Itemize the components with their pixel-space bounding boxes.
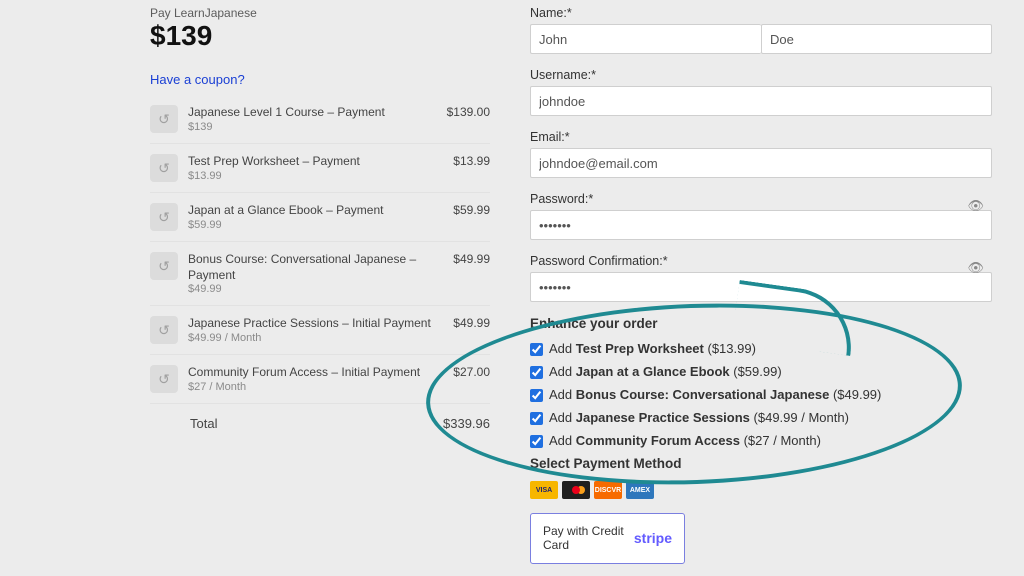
enhance-price: ($59.99) — [730, 364, 782, 379]
total-label: Total — [150, 416, 443, 431]
enhance-checkbox[interactable] — [530, 412, 543, 425]
line-sub: $59.99 — [188, 219, 447, 231]
order-price: $139 — [150, 20, 490, 52]
line-item: ↺ Test Prep Worksheet – Payment$13.99 $1… — [150, 143, 490, 192]
line-price: $13.99 — [447, 154, 490, 168]
line-sub: $27 / Month — [188, 381, 447, 393]
enhance-item[interactable]: Add Japan at a Glance Ebook ($59.99) — [530, 364, 992, 379]
enhance-prefix: Add — [549, 387, 576, 402]
stripe-logo: stripe — [634, 530, 672, 546]
line-price: $49.99 — [447, 316, 490, 330]
enhance-name: Test Prep Worksheet — [576, 341, 704, 356]
course-icon: ↺ — [150, 316, 178, 344]
line-sub: $13.99 — [188, 170, 447, 182]
username-label: Username:* — [530, 68, 992, 82]
line-price: $49.99 — [447, 252, 490, 266]
line-sub: $139 — [188, 121, 441, 133]
total-row: Total $339.96 — [150, 403, 490, 431]
line-title: Japanese Practice Sessions – Initial Pay… — [188, 316, 447, 332]
enhance-price: ($49.99) — [829, 387, 881, 402]
visa-icon: VISA — [530, 481, 558, 499]
enhance-item[interactable]: Add Community Forum Access ($27 / Month) — [530, 433, 992, 448]
enhance-price: ($49.99 / Month) — [750, 410, 849, 425]
payment-cards: VISA DISCVR AMEX — [530, 481, 992, 499]
line-title: Test Prep Worksheet – Payment — [188, 154, 447, 170]
enhance-price: ($13.99) — [704, 341, 756, 356]
eye-icon[interactable]: 👁 — [967, 260, 984, 276]
password-conf-field[interactable] — [530, 272, 992, 302]
course-icon: ↺ — [150, 154, 178, 182]
course-icon: ↺ — [150, 105, 178, 133]
name-label: Name:* — [530, 6, 992, 20]
enhance-price: ($27 / Month) — [740, 433, 821, 448]
line-title: Japan at a Glance Ebook – Payment — [188, 203, 447, 219]
password-conf-label: Password Confirmation:* — [530, 254, 992, 268]
course-icon: ↺ — [150, 252, 178, 280]
enhance-prefix: Add — [549, 341, 576, 356]
line-price: $27.00 — [447, 365, 490, 379]
eye-icon[interactable]: 👁 — [967, 198, 984, 214]
enhance-prefix: Add — [549, 433, 576, 448]
line-price: $59.99 — [447, 203, 490, 217]
email-label: Email:* — [530, 130, 992, 144]
course-icon: ↺ — [150, 365, 178, 393]
first-name-field[interactable] — [530, 24, 761, 54]
enhance-item[interactable]: Add Japanese Practice Sessions ($49.99 /… — [530, 410, 992, 425]
enhance-item[interactable]: Add Test Prep Worksheet ($13.99) — [530, 341, 992, 356]
enhance-title: Enhance your order — [530, 316, 992, 331]
enhance-name: Bonus Course: Conversational Japanese — [576, 387, 830, 402]
enhance-name: Community Forum Access — [576, 433, 740, 448]
enhance-list: Add Test Prep Worksheet ($13.99) Add Jap… — [530, 341, 992, 448]
last-name-field[interactable] — [761, 24, 992, 54]
line-title: Japanese Level 1 Course – Payment — [188, 105, 441, 121]
password-field[interactable] — [530, 210, 992, 240]
enhance-name: Japan at a Glance Ebook — [576, 364, 730, 379]
order-lines: ↺ Japanese Level 1 Course – Payment $139… — [150, 95, 490, 431]
pay-to-label: Pay LearnJapanese — [150, 6, 490, 20]
line-item: ↺ Japan at a Glance Ebook – Payment$59.9… — [150, 192, 490, 241]
line-sub: $49.99 — [188, 283, 447, 295]
password-label: Password:* — [530, 192, 992, 206]
pay-credit-card-button[interactable]: Pay with Credit Card stripe — [530, 513, 685, 564]
line-item: ↺ Community Forum Access – Initial Payme… — [150, 354, 490, 403]
enhance-prefix: Add — [549, 410, 576, 425]
line-title: Bonus Course: Conversational Japanese – … — [188, 252, 447, 283]
enhance-checkbox[interactable] — [530, 435, 543, 448]
email-field[interactable] — [530, 148, 992, 178]
enhance-item[interactable]: Add Bonus Course: Conversational Japanes… — [530, 387, 992, 402]
line-title: Community Forum Access – Initial Payment — [188, 365, 447, 381]
enhance-name: Japanese Practice Sessions — [576, 410, 750, 425]
total-amount: $339.96 — [443, 416, 490, 431]
course-icon: ↺ — [150, 203, 178, 231]
mastercard-icon — [562, 481, 590, 499]
pay-button-label: Pay with Credit Card — [543, 524, 634, 553]
enhance-prefix: Add — [549, 364, 576, 379]
line-item: ↺ Bonus Course: Conversational Japanese … — [150, 241, 490, 305]
coupon-link[interactable]: Have a coupon? — [150, 72, 490, 87]
enhance-checkbox[interactable] — [530, 389, 543, 402]
enhance-checkbox[interactable] — [530, 343, 543, 356]
line-item: ↺ Japanese Level 1 Course – Payment $139… — [150, 95, 490, 143]
amex-icon: AMEX — [626, 481, 654, 499]
line-price: $139.00 — [441, 105, 490, 119]
discover-icon: DISCVR — [594, 481, 622, 499]
line-sub: $49.99 / Month — [188, 332, 447, 344]
username-field[interactable] — [530, 86, 992, 116]
line-item: ↺ Japanese Practice Sessions – Initial P… — [150, 305, 490, 354]
select-payment-title: Select Payment Method — [530, 456, 992, 471]
enhance-checkbox[interactable] — [530, 366, 543, 379]
